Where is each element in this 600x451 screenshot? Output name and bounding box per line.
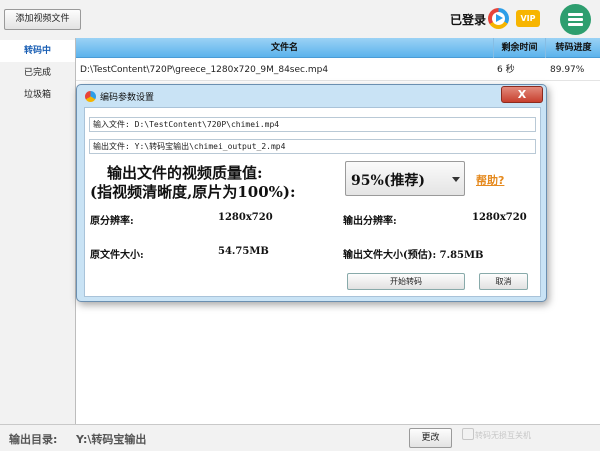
output-file-field[interactable]: 输出文件: Y:\转码宝输出\chimei_output_2.mp4 [89,139,536,154]
top-toolbar: 添加视频文件 已登录 VIP [0,0,600,38]
output-dir-label: 输出目录: [9,433,58,446]
dialog-title: 编码参数设置 [100,93,155,103]
row-filename: D:\TestContent\720P\greece_1280x720_9M_8… [80,65,329,75]
login-status[interactable]: 已登录 [450,11,486,28]
play-icon[interactable] [488,8,509,29]
dropdown-caret-icon [452,177,460,182]
quality-value: 95%(推荐) [351,173,426,189]
help-link[interactable]: 帮助? [476,172,504,188]
row-remaining: 6 秒 [497,65,515,75]
quality-label-line1: 输出文件的视频质量值: [107,164,263,182]
sidebar-item-trash[interactable]: 垃圾箱 [0,84,75,106]
column-header-progress[interactable]: 转码进度 [546,38,600,58]
watermark-icon [462,428,474,440]
column-header-filename[interactable]: 文件名 [76,38,494,58]
change-dir-button[interactable]: 更改 [409,428,452,448]
source-resolution-value: 1280x720 [218,212,273,223]
input-file-field[interactable]: 输入文件: D:\TestContent\720P\chimei.mp4 [89,117,536,132]
source-size-value: 54.75MB [218,246,269,257]
column-header-remaining[interactable]: 剩余时间 [494,38,546,58]
row-progress: 89.97% [550,65,585,75]
add-video-button[interactable]: 添加视频文件 [4,9,81,30]
source-size-label: 原文件大小: [90,250,144,261]
quality-label-line2: (指视频清晰度,原片为100%): [90,183,296,201]
vip-icon[interactable]: VIP [516,10,540,27]
menu-icon[interactable] [560,4,591,35]
output-dir-path: Y:\转码宝输出 [76,433,147,446]
start-convert-button[interactable]: 开始转码 [347,273,465,290]
dialog-body: 输入文件: D:\TestContent\720P\chimei.mp4 输出文… [84,107,541,297]
watermark: 转码无损互关机 [475,431,531,440]
table-row[interactable]: D:\TestContent\720P\greece_1280x720_9M_8… [76,59,600,81]
app-icon [85,91,96,102]
sidebar-item-completed[interactable]: 已完成 [0,62,75,84]
output-resolution-value: 1280x720 [472,212,527,223]
encoding-settings-dialog: 编码参数设置 X 输入文件: D:\TestContent\720P\chime… [76,84,547,302]
close-icon[interactable]: X [501,86,543,103]
source-resolution-label: 原分辨率: [90,216,134,227]
output-resolution-label: 输出分辨率: [343,216,397,227]
table-header: 文件名 剩余时间 转码进度 [76,38,600,58]
quality-select[interactable]: 95%(推荐) [345,161,465,196]
cancel-button[interactable]: 取消 [479,273,528,290]
sidebar-item-converting[interactable]: 转码中 [0,40,75,62]
output-size-estimate: 输出文件大小(预估): 7.85MB [343,250,484,261]
sidebar: 转码中 已完成 垃圾箱 [0,38,75,424]
